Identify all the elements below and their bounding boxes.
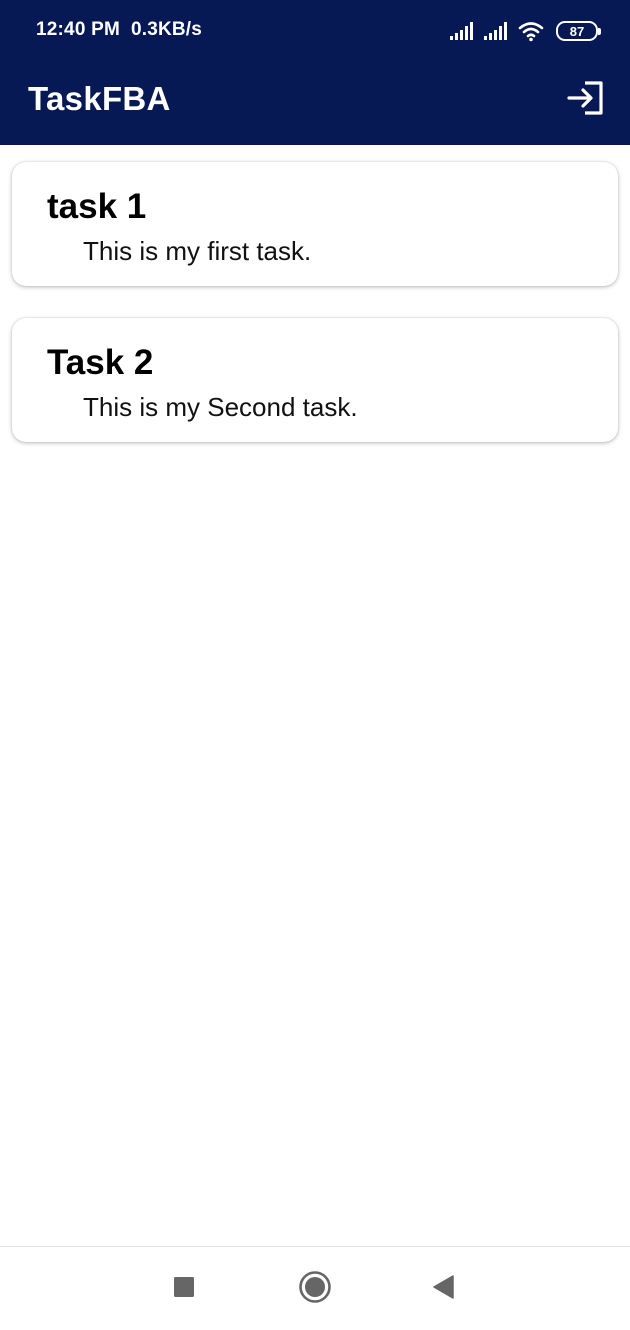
home-button[interactable] bbox=[275, 1247, 355, 1330]
task-title: Task 2 bbox=[47, 343, 154, 382]
signal-icon bbox=[450, 21, 476, 41]
task-card[interactable]: task 1 This is my first task. bbox=[12, 162, 618, 286]
status-time: 12:40 PM 0.3KB/s bbox=[36, 19, 202, 41]
wifi-icon bbox=[518, 20, 544, 42]
recents-button[interactable] bbox=[144, 1247, 224, 1330]
signal-icon bbox=[484, 21, 510, 41]
battery-icon: 87 bbox=[556, 21, 601, 41]
back-button[interactable] bbox=[403, 1247, 483, 1330]
recents-icon bbox=[173, 1276, 195, 1303]
home-icon bbox=[298, 1270, 332, 1309]
status-bar: 12:40 PM 0.3KB/s 87 bbox=[0, 0, 630, 62]
task-description: This is my first task. bbox=[83, 236, 312, 266]
task-card[interactable]: Task 2 This is my Second task. bbox=[12, 318, 618, 442]
back-icon bbox=[431, 1274, 455, 1305]
top-bar: 12:40 PM 0.3KB/s 87 TaskFBA bbox=[0, 0, 630, 145]
clock: 12:40 PM bbox=[36, 19, 120, 40]
logout-icon bbox=[567, 80, 605, 120]
navigation-bar bbox=[0, 1246, 630, 1330]
task-title: task 1 bbox=[47, 187, 147, 226]
screen: 12:40 PM 0.3KB/s 87 TaskFBA task 1 This … bbox=[0, 0, 630, 1330]
network-speed: 0.3KB/s bbox=[130, 19, 203, 40]
logout-button[interactable] bbox=[564, 78, 608, 122]
task-description: This is my Second task. bbox=[83, 392, 358, 422]
status-icons: 87 bbox=[450, 18, 601, 44]
app-bar: TaskFBA bbox=[0, 62, 630, 145]
app-title: TaskFBA bbox=[28, 80, 171, 117]
